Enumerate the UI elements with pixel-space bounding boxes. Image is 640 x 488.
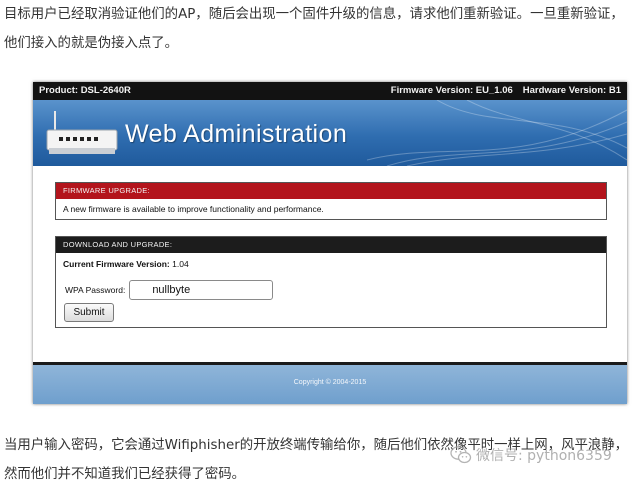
banner-wave-decoration	[367, 100, 627, 166]
current-firmware-value: 1.04	[172, 259, 189, 269]
router-top-bar: Product: DSL-2640R Firmware Version: EU_…	[33, 82, 627, 100]
banner-title: Web Administration	[125, 120, 348, 148]
admin-banner: Web Administration	[33, 100, 627, 166]
hardware-version-label: Hardware Version: B1	[522, 85, 621, 96]
current-firmware-line: Current Firmware Version: 1.04	[56, 253, 606, 269]
wpa-password-row: WPA Password:	[65, 280, 274, 300]
wpa-password-input[interactable]	[129, 280, 274, 300]
wechat-watermark: 微信号: python6359	[450, 445, 612, 465]
article-paragraph-top: 目标用户已经取消验证他们的AP，随后会出现一个固件升级的信息，请求他们重新验证。…	[4, 7, 624, 51]
router-admin-screenshot: Product: DSL-2640R Firmware Version: EU_…	[33, 82, 627, 404]
firmware-upgrade-message: A new firmware is available to improve f…	[63, 204, 324, 214]
submit-button[interactable]: Submit	[64, 303, 114, 322]
admin-footer: Copyright © 2004-2015	[33, 362, 627, 404]
wpa-password-label: WPA Password:	[65, 285, 126, 295]
firmware-version-label: Firmware Version: EU_1.06	[390, 85, 513, 96]
admin-content: FIRMWARE UPGRADE: A new firmware is avai…	[33, 166, 627, 362]
download-upgrade-panel: DOWNLOAD AND UPGRADE: Current Firmware V…	[55, 236, 607, 328]
watermark-text: 微信号: python6359	[476, 448, 612, 464]
firmware-upgrade-panel: FIRMWARE UPGRADE: A new firmware is avai…	[55, 182, 607, 220]
router-device-icon	[46, 111, 118, 154]
wechat-icon	[450, 446, 472, 464]
copyright-text: Copyright © 2004-2015	[293, 379, 367, 386]
download-upgrade-heading: DOWNLOAD AND UPGRADE:	[56, 237, 606, 253]
product-label: Product: DSL-2640R	[39, 85, 131, 96]
firmware-upgrade-heading: FIRMWARE UPGRADE:	[56, 183, 606, 199]
current-firmware-label: Current Firmware Version:	[63, 259, 170, 269]
version-info: Firmware Version: EU_1.06 Hardware Versio…	[391, 82, 621, 100]
